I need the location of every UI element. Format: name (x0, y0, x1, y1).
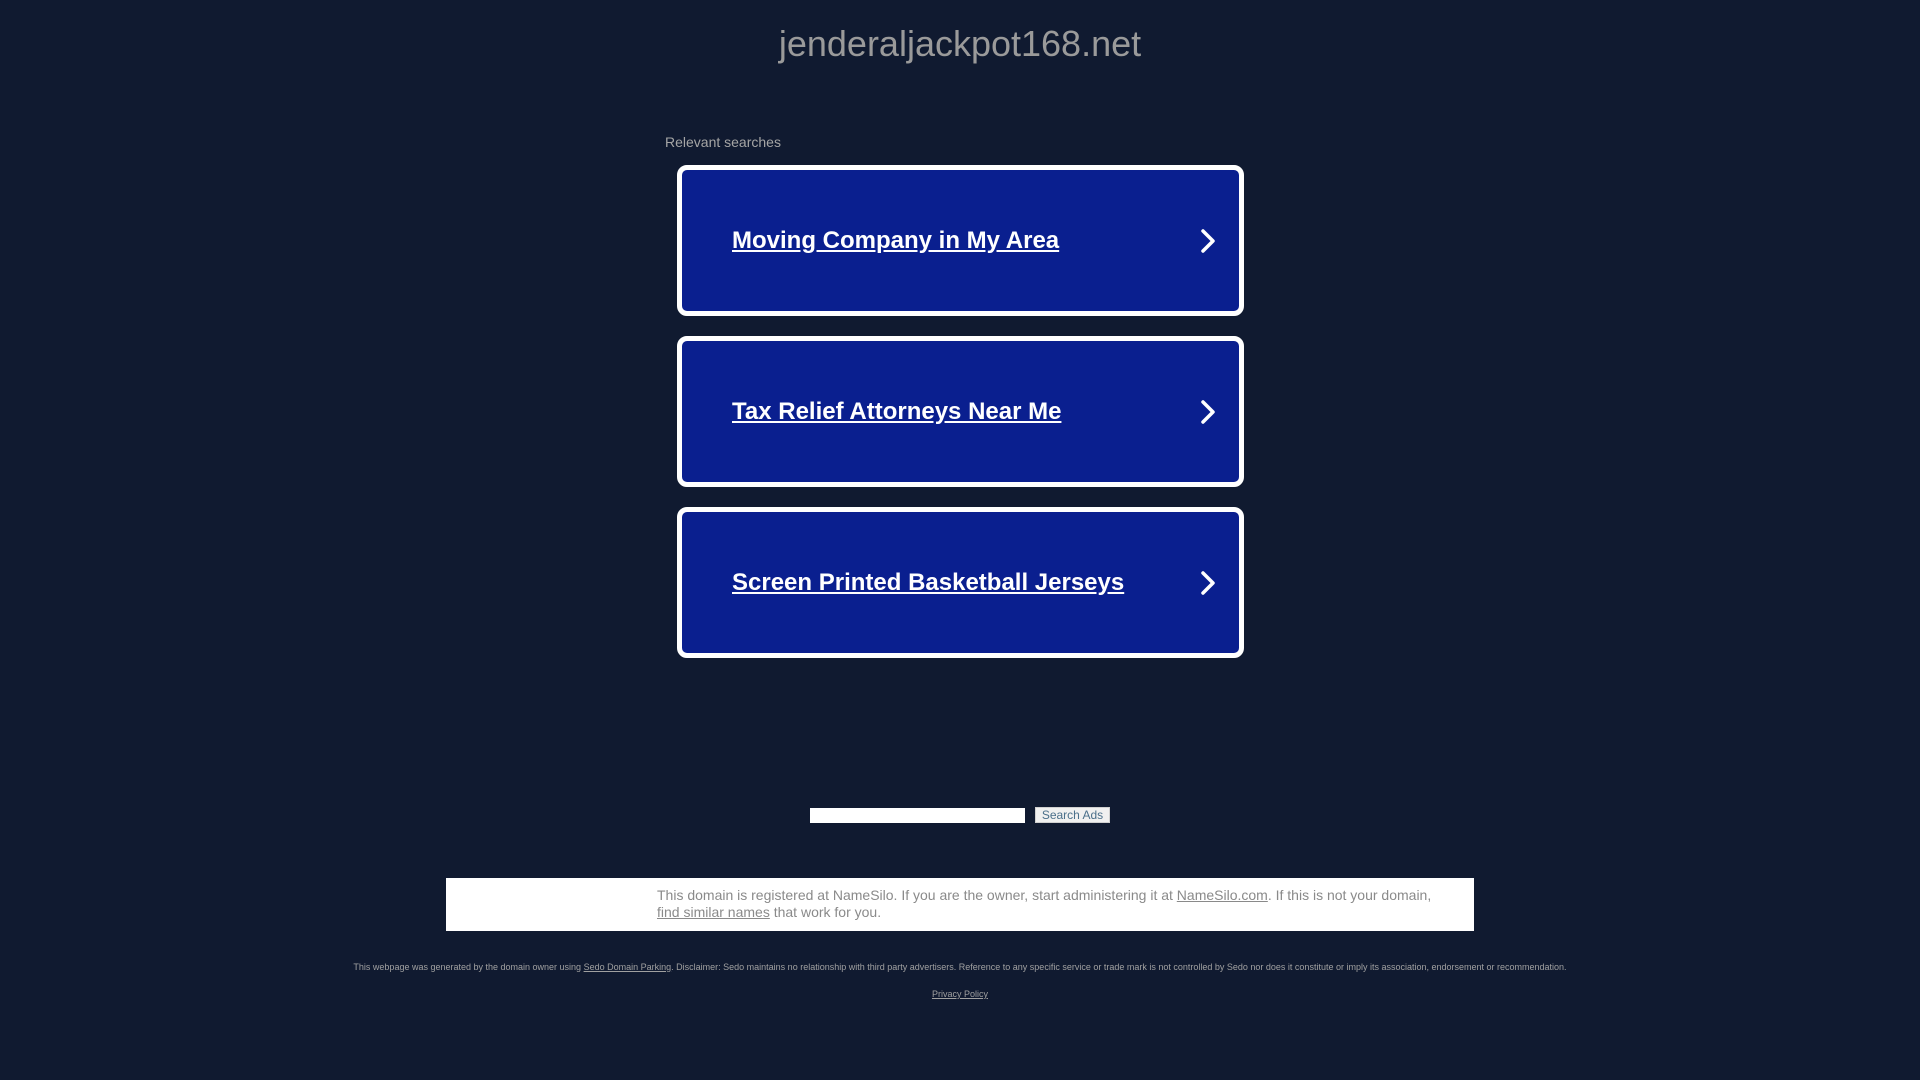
search-ads-button[interactable]: Search Ads (1034, 807, 1111, 823)
search-result-label: Moving Company in My Area (732, 226, 1060, 254)
registrar-notice-text: that work for you. (769, 904, 882, 920)
search-result-label: Tax Relief Attorneys Near Me (732, 397, 1062, 425)
disclaimer-text: . Disclaimer: Sedo maintains no relation… (671, 962, 1567, 972)
chevron-right-icon (1201, 570, 1215, 595)
sedo-domain-parking-link[interactable]: Sedo Domain Parking (584, 962, 672, 972)
search-result-label: Screen Printed Basketball Jerseys (732, 568, 1125, 596)
privacy-policy-link[interactable]: Privacy Policy (932, 989, 988, 999)
find-similar-names-link[interactable]: find similar names (657, 904, 770, 920)
search-ads-form: Search Ads (0, 807, 1920, 823)
namesilo-link[interactable]: NameSilo.com (1177, 887, 1268, 903)
registrar-notice: This domain is registered at NameSilo. I… (446, 878, 1474, 931)
registrar-notice-text: . If this is not your domain, (1267, 887, 1432, 903)
domain-title: jenderaljackpot168.net (778, 23, 1142, 64)
parked-domain-page: jenderaljackpot168.net Relevant searches… (0, 0, 1920, 1080)
relevant-searches-list: Moving Company in My Area Tax Relief Att… (677, 165, 1244, 678)
chevron-right-icon (1201, 228, 1215, 253)
search-result-basketball-jerseys[interactable]: Screen Printed Basketball Jerseys (677, 507, 1244, 658)
disclaimer: This webpage was generated by the domain… (0, 961, 1920, 973)
disclaimer-text: This webpage was generated by the domain… (353, 962, 584, 972)
search-result-tax-relief[interactable]: Tax Relief Attorneys Near Me (677, 336, 1244, 487)
registrar-notice-text: This domain is registered at NameSilo. I… (657, 887, 1177, 903)
search-result-moving-company[interactable]: Moving Company in My Area (677, 165, 1244, 316)
search-input[interactable] (809, 807, 1025, 823)
relevant-searches-label: Relevant searches (665, 134, 781, 150)
chevron-right-icon (1201, 399, 1215, 424)
privacy-footer: Privacy Policy (0, 988, 1920, 1000)
